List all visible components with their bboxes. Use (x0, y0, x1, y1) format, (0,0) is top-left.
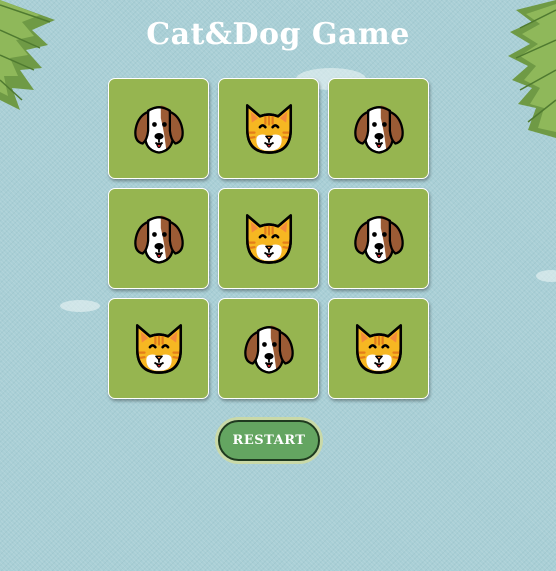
cat-face-icon (135, 323, 182, 374)
dog-face-icon (133, 214, 184, 264)
board-cell-0-1[interactable] (218, 78, 319, 179)
board-cell-2-2[interactable] (328, 298, 429, 399)
dog-face-icon (133, 104, 184, 154)
cat-face-icon (245, 213, 292, 264)
game-page: { "title": "Cat&Dog Game", "restart_labe… (0, 0, 556, 571)
dog-face-icon (353, 104, 404, 154)
dog-face-icon (243, 324, 294, 374)
board-cell-0-2[interactable] (328, 78, 429, 179)
game-title: Cat&Dog Game (146, 17, 410, 52)
board-cell-1-1[interactable] (218, 188, 319, 289)
board-cell-2-0[interactable] (108, 298, 209, 399)
board-cell-1-2[interactable] (328, 188, 429, 289)
restart-button[interactable]: RESTART (218, 420, 320, 461)
dog-face-icon (353, 214, 404, 264)
background-cloud (536, 270, 556, 282)
background-cloud (60, 300, 100, 312)
board-cell-1-0[interactable] (108, 188, 209, 289)
board-cell-2-1[interactable] (218, 298, 319, 399)
board-cell-0-0[interactable] (108, 78, 209, 179)
game-board (108, 78, 430, 399)
cat-face-icon (245, 103, 292, 154)
cat-face-icon (355, 323, 402, 374)
